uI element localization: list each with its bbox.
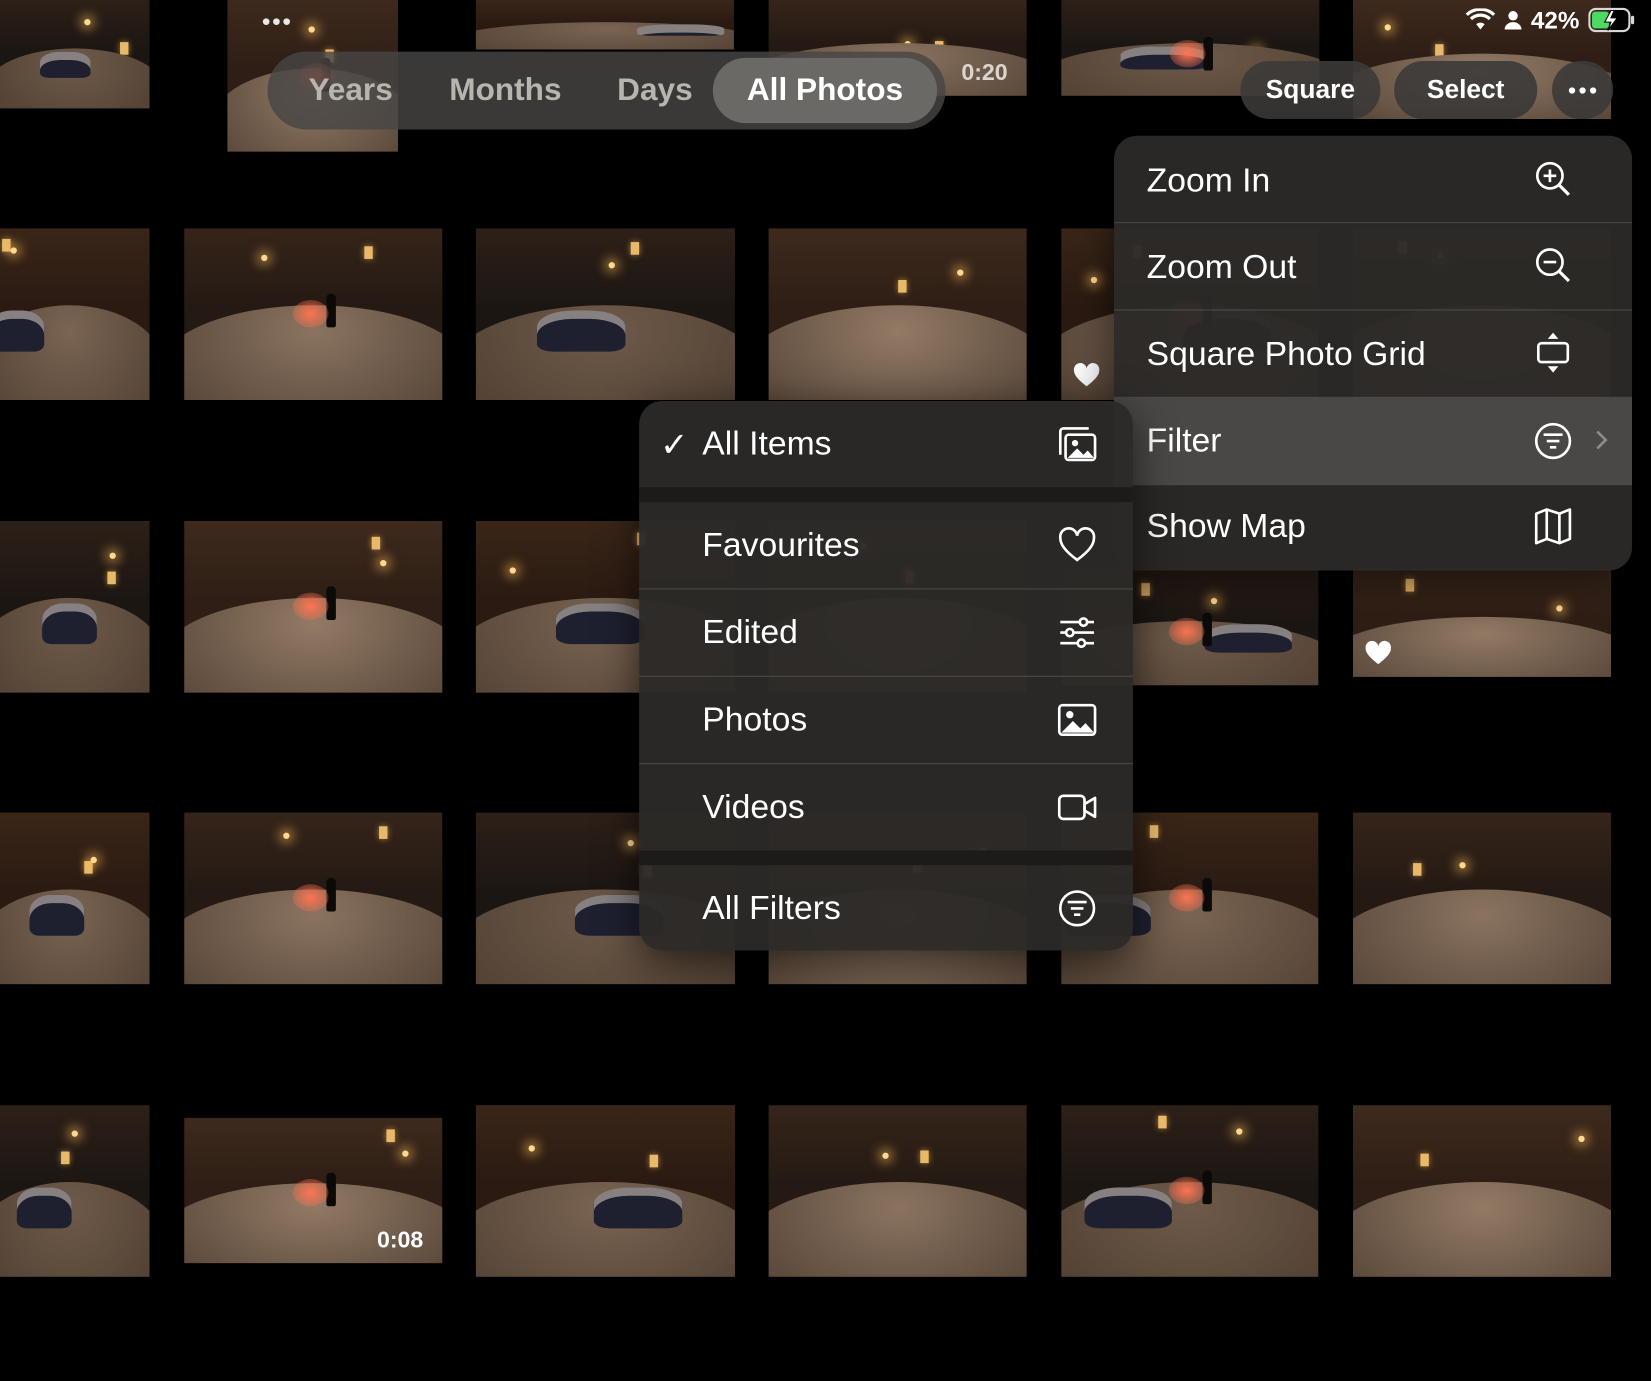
photo-thumbnail[interactable] (184, 812, 443, 985)
menu-item-filter[interactable]: Filter (1113, 397, 1633, 485)
battery-percentage: 42% (1530, 5, 1580, 34)
view-segmented-control: Years Months Days All Photos (267, 51, 946, 130)
aspect-ratio-icon (1537, 332, 1570, 373)
square-button[interactable]: Square (1240, 61, 1381, 119)
video-duration: 0:20 (961, 58, 1008, 86)
filter-item-label: Favourites (702, 525, 860, 564)
view-options-menu: Zoom In Zoom Out Square Photo Grid Filte… (1113, 135, 1633, 571)
more-button[interactable] (1552, 61, 1614, 119)
menu-item-label: Zoom In (1146, 161, 1271, 199)
photo-thumbnail[interactable] (1353, 1105, 1611, 1277)
filter-item-label: All Filters (702, 888, 841, 927)
photo-thumbnail[interactable] (0, 812, 150, 985)
menu-item-zoom-in[interactable]: Zoom In (1114, 136, 1632, 222)
filter-item-label: Photos (702, 699, 808, 738)
zoom-out-icon (1535, 248, 1570, 283)
menu-item-label: Show Map (1146, 506, 1306, 545)
map-icon (1534, 508, 1572, 545)
tab-months[interactable]: Months (436, 52, 575, 130)
chevron-right-icon (1596, 430, 1608, 450)
photo-thumbnail[interactable] (475, 1105, 735, 1277)
menu-item-label: Square Photo Grid (1146, 334, 1426, 373)
photo-thumbnail[interactable] (184, 521, 443, 693)
heart-icon (1365, 640, 1392, 665)
ellipsis-icon (1568, 87, 1597, 94)
heart-icon (1073, 363, 1100, 387)
photo-thumbnail[interactable] (184, 228, 443, 400)
filter-item-edited[interactable]: Edited (639, 589, 1133, 675)
photo-icon (1057, 703, 1097, 737)
filter-icon (1534, 422, 1572, 460)
menu-item-show-map[interactable]: Show Map (1114, 485, 1632, 570)
menu-item-label: Zoom Out (1146, 247, 1297, 286)
photo-thumbnail[interactable] (0, 521, 150, 693)
filter-item-photos[interactable]: Photos (639, 677, 1133, 763)
tab-days[interactable]: Days (602, 52, 707, 130)
photo-thumbnail[interactable] (768, 228, 1027, 400)
status-bar: 42% (1465, 4, 1637, 36)
battery-charging-icon (1588, 7, 1635, 33)
tab-all-photos[interactable]: All Photos (712, 57, 938, 124)
wifi-icon (1465, 8, 1496, 30)
menu-item-square-photo-grid[interactable]: Square Photo Grid (1114, 311, 1632, 397)
overflow-dots[interactable]: ••• (262, 8, 293, 35)
sliders-icon (1060, 617, 1094, 649)
photo-thumbnail[interactable] (768, 1105, 1027, 1277)
filter-item-label: Videos (702, 787, 805, 826)
tab-years[interactable]: Years (278, 52, 423, 130)
filter-item-all-items[interactable]: ✓ All Items (639, 401, 1133, 487)
menu-item-zoom-out[interactable]: Zoom Out (1114, 223, 1632, 309)
person-icon (1504, 11, 1522, 30)
filter-item-videos[interactable]: Videos (639, 764, 1133, 850)
zoom-in-icon (1535, 161, 1570, 196)
filter-item-favourites[interactable]: Favourites (639, 502, 1133, 588)
photos-app: 0:20 0:08 ••• Years Months Days All Photo… (0, 0, 1651, 1381)
heart-outline-icon (1058, 527, 1096, 562)
photo-thumbnail[interactable] (1061, 1105, 1319, 1277)
filter-item-label: All Items (702, 424, 832, 463)
menu-item-label: Filter (1146, 421, 1222, 459)
photo-stack-icon (1058, 427, 1097, 462)
photo-thumbnail[interactable] (1353, 812, 1611, 985)
video-duration: 0:08 (376, 1226, 424, 1253)
filter-item-label: Edited (702, 612, 798, 651)
photo-thumbnail[interactable] (0, 1105, 150, 1277)
filter-item-all-filters[interactable]: All Filters (639, 865, 1133, 950)
photo-thumbnail[interactable] (475, 228, 735, 400)
photo-thumbnail[interactable] (0, 0, 150, 109)
photo-thumbnail[interactable] (475, 0, 734, 50)
video-camera-icon (1057, 794, 1097, 821)
filter-submenu: ✓ All Items Favourites Edited Photos Vid… (639, 401, 1133, 951)
checkmark-icon: ✓ (660, 425, 689, 464)
photo-thumbnail[interactable] (0, 228, 150, 400)
select-button[interactable]: Select (1394, 61, 1538, 119)
filter-icon (1058, 890, 1096, 927)
